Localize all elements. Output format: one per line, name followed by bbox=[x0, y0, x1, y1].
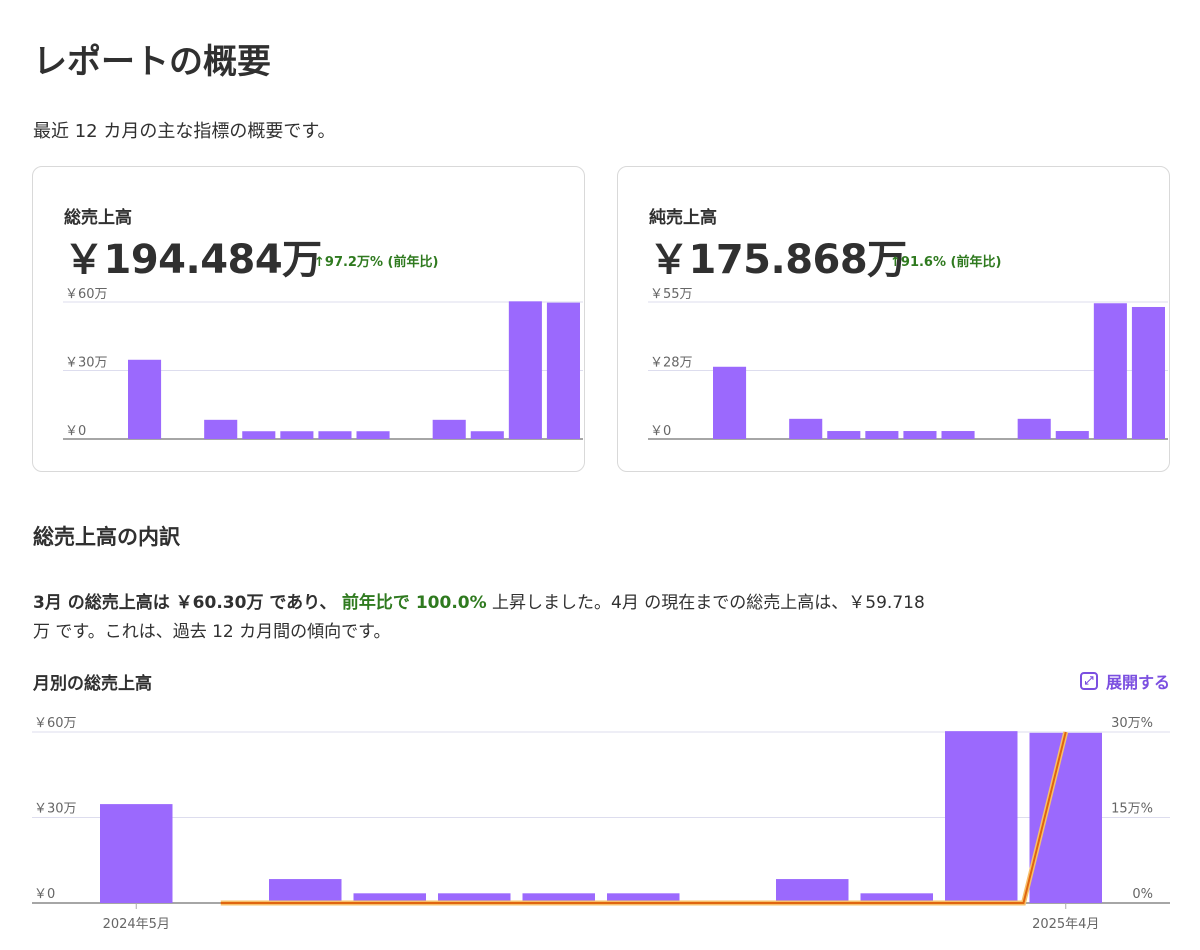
bar bbox=[941, 431, 975, 439]
breakdown-summary: 3月 の総売上高は ￥60.30万 であり、 前年比で 100.0% 上昇しまし… bbox=[33, 589, 933, 647]
card-delta: ↑97.2万% (前年比) bbox=[314, 255, 439, 270]
bar bbox=[1017, 418, 1051, 439]
card-delta: ↑91.6% (前年比) bbox=[890, 255, 1002, 270]
net-sales-mini-chart: ￥55万 ￥28万 ￥0 bbox=[648, 287, 1168, 440]
y-tick-label-right: 30万% bbox=[1111, 716, 1153, 731]
bar bbox=[945, 731, 1018, 903]
summary-part1: 3月 の総売上高は ￥60.30万 であり、 bbox=[33, 593, 337, 613]
bar bbox=[865, 431, 899, 439]
bar bbox=[204, 419, 238, 439]
bar bbox=[789, 418, 823, 439]
gross-sales-mini-chart: ￥60万 ￥30万 ￥0 bbox=[63, 287, 583, 440]
bar bbox=[546, 302, 580, 439]
bar bbox=[318, 431, 352, 439]
bar bbox=[269, 879, 342, 903]
x-tick-label: 2024年5月 bbox=[103, 917, 170, 932]
card-value: ￥194.484万 bbox=[64, 237, 322, 283]
card-label: 総売上高 bbox=[64, 208, 132, 228]
y-tick-label-left: ￥0 bbox=[34, 887, 55, 902]
bar bbox=[776, 879, 849, 903]
bar bbox=[356, 431, 390, 439]
gross-sales-card[interactable]: 総売上高 ￥194.484万 ↑97.2万% (前年比) ￥60万 ￥30万 ￥0 bbox=[32, 166, 585, 472]
bar bbox=[1131, 306, 1165, 439]
bar bbox=[470, 431, 504, 439]
y-tick-label-left: ￥30万 bbox=[34, 802, 77, 817]
card-value: ￥175.868万 bbox=[649, 237, 907, 283]
expand-button[interactable]: ⤢ 展開する bbox=[1079, 669, 1170, 693]
card-label: 純売上高 bbox=[649, 208, 717, 228]
expand-icon: ⤢ bbox=[1079, 672, 1098, 690]
bar bbox=[903, 431, 937, 439]
net-sales-card[interactable]: 純売上高 ￥175.868万 ↑91.6% (前年比) ￥55万 ￥28万 ￥0 bbox=[617, 166, 1170, 472]
y-tick-label-right: 0% bbox=[1132, 887, 1153, 902]
bar bbox=[280, 431, 314, 439]
page-title: レポートの概要 bbox=[33, 42, 271, 82]
bar bbox=[1055, 431, 1089, 439]
y-tick-label: ￥55万 bbox=[650, 287, 693, 302]
expand-label: 展開する bbox=[1105, 673, 1170, 692]
bar bbox=[432, 419, 466, 439]
page-subtitle: 最近 12 カ月の主な指標の概要です。 bbox=[33, 121, 336, 142]
bar bbox=[508, 301, 542, 439]
breakdown-heading: 総売上高の内訳 bbox=[33, 525, 180, 549]
bar bbox=[242, 431, 276, 439]
bar bbox=[100, 804, 173, 903]
bar bbox=[827, 431, 861, 439]
bar bbox=[1093, 303, 1127, 439]
bar bbox=[1029, 732, 1102, 903]
x-tick-label: 2025年4月 bbox=[1032, 917, 1099, 932]
y-tick-label: ￥60万 bbox=[65, 287, 108, 302]
monthly-sales-chart: ￥60万 30万% ￥30万 15万% ￥0 0% 2024年5月 2025年4月 bbox=[32, 716, 1170, 932]
y-tick-label-left: ￥60万 bbox=[34, 716, 77, 731]
y-tick-label-right: 15万% bbox=[1111, 802, 1153, 817]
y-tick-label: ￥30万 bbox=[65, 356, 108, 371]
y-tick-label: ￥0 bbox=[65, 424, 86, 439]
summary-yoy: 前年比で 100.0% bbox=[341, 593, 487, 613]
bar bbox=[713, 366, 747, 439]
y-tick-label: ￥0 bbox=[650, 424, 671, 439]
monthly-chart-title: 月別の総売上高 bbox=[33, 674, 152, 694]
bar bbox=[128, 359, 162, 439]
y-tick-label: ￥28万 bbox=[650, 356, 693, 371]
